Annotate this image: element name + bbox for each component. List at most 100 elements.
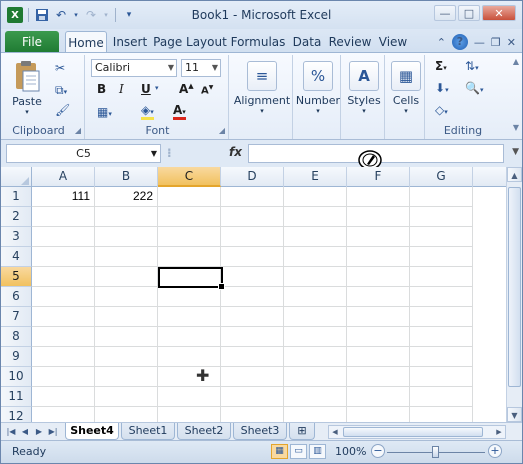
cell[interactable] bbox=[347, 287, 410, 307]
scroll-right-icon[interactable]: ▶ bbox=[493, 426, 505, 438]
sheet-tab[interactable]: Sheet2 bbox=[177, 423, 231, 440]
scroll-down-icon[interactable]: ▼ bbox=[507, 407, 522, 422]
cell[interactable] bbox=[32, 267, 95, 287]
ribbon-scroll-down-icon[interactable]: ▼ bbox=[513, 123, 519, 132]
zoom-out-icon[interactable]: − bbox=[371, 444, 385, 458]
cell[interactable] bbox=[284, 407, 347, 422]
workbook-minimize-icon[interactable]: — bbox=[474, 36, 485, 49]
column-header[interactable]: F bbox=[347, 167, 410, 187]
font-size-combo[interactable]: 11 ▼ bbox=[181, 59, 221, 77]
zoom-in-icon[interactable]: + bbox=[488, 444, 502, 458]
cell[interactable] bbox=[410, 187, 473, 207]
last-sheet-icon[interactable]: ▶| bbox=[47, 425, 59, 438]
cell[interactable] bbox=[158, 327, 221, 347]
cell[interactable] bbox=[32, 347, 95, 367]
cells-button[interactable]: ▦ Cells ▾ bbox=[387, 61, 425, 115]
cell[interactable] bbox=[158, 187, 221, 207]
cell[interactable] bbox=[158, 247, 221, 267]
row-header[interactable]: 3 bbox=[1, 227, 32, 247]
cell[interactable] bbox=[158, 367, 221, 387]
cell[interactable] bbox=[284, 187, 347, 207]
scroll-left-icon[interactable]: ◀ bbox=[329, 426, 341, 438]
cell[interactable] bbox=[347, 227, 410, 247]
cell[interactable] bbox=[95, 227, 158, 247]
cell[interactable] bbox=[347, 207, 410, 227]
cell[interactable] bbox=[410, 287, 473, 307]
cell[interactable] bbox=[284, 367, 347, 387]
paste-button[interactable]: Paste ▾ bbox=[7, 59, 47, 116]
cell[interactable] bbox=[410, 207, 473, 227]
cell[interactable] bbox=[95, 367, 158, 387]
help-icon[interactable]: ? bbox=[451, 34, 468, 50]
cell[interactable] bbox=[221, 227, 284, 247]
zoom-level[interactable]: 100% bbox=[335, 445, 366, 458]
cut-icon[interactable]: ✂ bbox=[55, 61, 65, 75]
cell[interactable] bbox=[95, 247, 158, 267]
tab-view[interactable]: View bbox=[375, 31, 411, 53]
cell[interactable] bbox=[221, 387, 284, 407]
cell[interactable] bbox=[284, 207, 347, 227]
clipboard-launcher-icon[interactable]: ◢ bbox=[75, 126, 81, 135]
page-layout-view-icon[interactable]: ▭ bbox=[290, 444, 307, 459]
insert-sheet-button[interactable]: ⊞ bbox=[289, 423, 315, 440]
cell[interactable] bbox=[32, 227, 95, 247]
cell[interactable]: 222 bbox=[95, 187, 158, 207]
row-header[interactable]: 9 bbox=[1, 347, 32, 367]
cell[interactable] bbox=[32, 247, 95, 267]
row-header[interactable]: 2 bbox=[1, 207, 32, 227]
cell[interactable] bbox=[284, 307, 347, 327]
column-header[interactable]: G bbox=[410, 167, 473, 187]
row-header[interactable]: 10 bbox=[1, 367, 32, 387]
cell[interactable] bbox=[158, 307, 221, 327]
column-header[interactable]: B bbox=[95, 167, 158, 187]
italic-button[interactable]: I bbox=[119, 82, 124, 96]
worksheet-grid[interactable]: A B C D E F G 1 111 222 2 3 4 5 6 7 8 9 10 11 12 ✚ bbox=[1, 167, 506, 422]
row-header[interactable]: 12 bbox=[1, 407, 32, 422]
scroll-up-icon[interactable]: ▲ bbox=[507, 167, 522, 182]
ribbon-scroll-up-icon[interactable]: ▲ bbox=[513, 57, 519, 66]
first-sheet-icon[interactable]: |◀ bbox=[5, 425, 17, 438]
cell[interactable] bbox=[32, 407, 95, 422]
cell[interactable] bbox=[284, 287, 347, 307]
cell[interactable] bbox=[284, 267, 347, 287]
column-header[interactable]: D bbox=[221, 167, 284, 187]
grow-font-icon[interactable]: A▲ bbox=[179, 82, 194, 96]
cell[interactable] bbox=[32, 327, 95, 347]
cell[interactable] bbox=[221, 267, 284, 287]
tab-file[interactable]: File bbox=[5, 31, 59, 53]
alignment-button[interactable]: ≡ Alignment ▾ bbox=[231, 61, 293, 115]
cell[interactable] bbox=[284, 347, 347, 367]
cell[interactable]: 111 bbox=[32, 187, 95, 207]
cell[interactable] bbox=[410, 367, 473, 387]
cell[interactable] bbox=[221, 307, 284, 327]
cell[interactable] bbox=[158, 287, 221, 307]
sheet-tab[interactable]: Sheet3 bbox=[233, 423, 287, 440]
cell[interactable] bbox=[410, 347, 473, 367]
cell[interactable] bbox=[95, 307, 158, 327]
prev-sheet-icon[interactable]: ◀ bbox=[19, 425, 31, 438]
clear-icon[interactable]: ◇▾ bbox=[435, 103, 448, 117]
bold-button[interactable]: B bbox=[97, 82, 106, 96]
cell[interactable] bbox=[221, 187, 284, 207]
cell[interactable] bbox=[221, 207, 284, 227]
workbook-restore-icon[interactable]: ❐ bbox=[491, 36, 501, 49]
cell[interactable] bbox=[32, 367, 95, 387]
row-header[interactable]: 8 bbox=[1, 327, 32, 347]
cell[interactable] bbox=[95, 347, 158, 367]
horizontal-scroll-thumb[interactable] bbox=[343, 427, 483, 437]
cell[interactable] bbox=[32, 387, 95, 407]
cell[interactable] bbox=[95, 327, 158, 347]
insert-function-button[interactable]: fx bbox=[229, 145, 242, 159]
cell[interactable] bbox=[95, 207, 158, 227]
cell[interactable] bbox=[158, 347, 221, 367]
row-header[interactable]: 1 bbox=[1, 187, 32, 207]
cell[interactable] bbox=[347, 187, 410, 207]
tab-data[interactable]: Data bbox=[289, 31, 325, 53]
cell[interactable] bbox=[95, 407, 158, 422]
cell[interactable] bbox=[347, 267, 410, 287]
cell[interactable] bbox=[284, 327, 347, 347]
workbook-close-icon[interactable]: ✕ bbox=[507, 36, 516, 49]
shrink-font-icon[interactable]: A▼ bbox=[201, 84, 213, 96]
select-all-button[interactable] bbox=[1, 167, 32, 187]
cell[interactable] bbox=[410, 387, 473, 407]
